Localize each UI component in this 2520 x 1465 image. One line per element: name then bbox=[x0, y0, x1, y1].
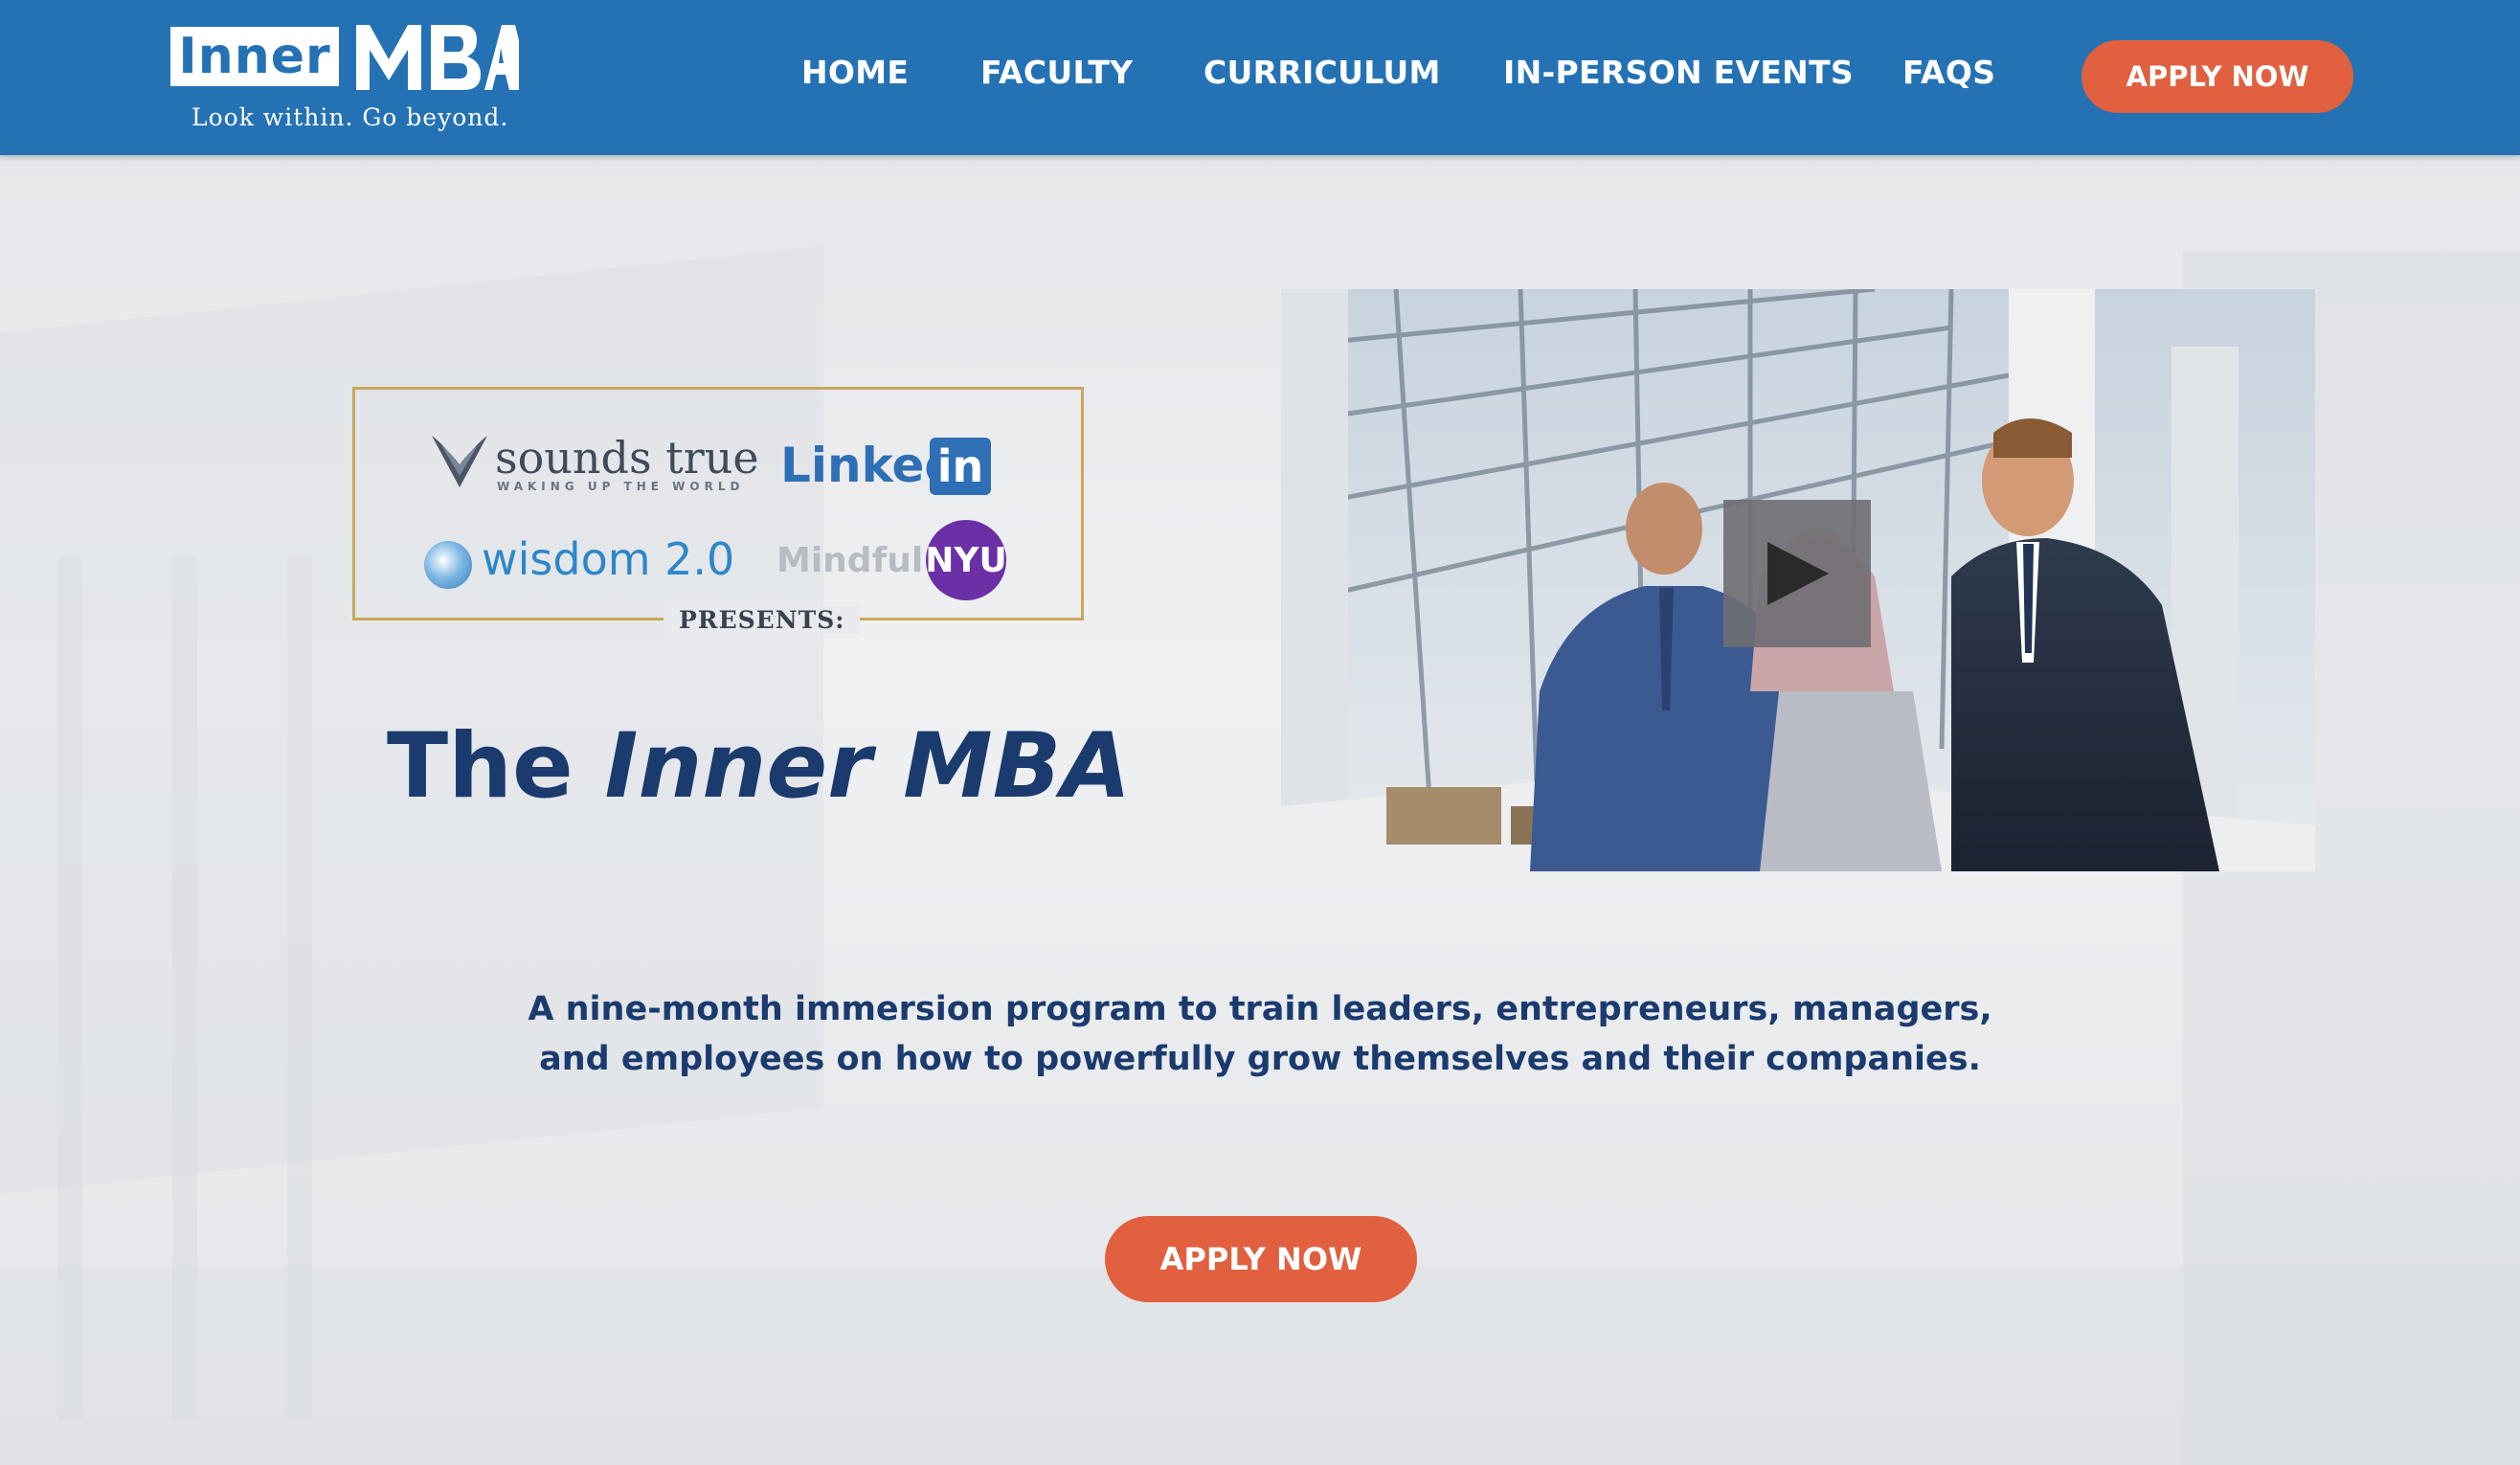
nyu-logo: NYU bbox=[925, 520, 1007, 600]
header-apply-now-button[interactable]: APPLY NOW bbox=[2081, 40, 2353, 113]
play-icon bbox=[1767, 542, 1829, 605]
nav-faqs[interactable]: FAQS bbox=[1902, 54, 1995, 91]
mindful-logo: Mindful bbox=[776, 541, 924, 580]
nav-faculty[interactable]: FACULTY bbox=[980, 54, 1133, 91]
logo-inner-box: Inner bbox=[170, 27, 339, 86]
sounds-true-wings-icon bbox=[432, 436, 487, 487]
intro-video-player[interactable] bbox=[1281, 289, 2315, 871]
wisdom-swirl-icon bbox=[424, 541, 472, 589]
video-play-button[interactable] bbox=[1723, 500, 1871, 647]
nav-curriculum[interactable]: CURRICULUM bbox=[1204, 54, 1441, 91]
partner-logos-frame: sounds true WAKING UP THE WORLD Linked i… bbox=[352, 387, 1084, 634]
inner-mba-logo[interactable]: Inner Look within. Go beyond. bbox=[170, 25, 519, 138]
page-title: The Inner MBA bbox=[387, 714, 1131, 819]
program-description: A nine-month immersion program to train … bbox=[479, 984, 2041, 1084]
logo-tagline: Look within. Go beyond. bbox=[191, 103, 509, 131]
presents-label: PRESENTS: bbox=[664, 606, 861, 634]
sounds-true-logo: sounds true bbox=[495, 432, 759, 484]
site-header: Inner Look within. Go beyond. HOME FACUL… bbox=[0, 0, 2520, 155]
logo-mba-mark bbox=[356, 25, 519, 90]
title-emphasis: Inner MBA bbox=[604, 714, 1132, 819]
title-prefix: The bbox=[387, 714, 605, 819]
description-line-1: A nine-month immersion program to train … bbox=[528, 990, 1992, 1028]
nav-home[interactable]: HOME bbox=[801, 54, 909, 91]
nav-in-person-events[interactable]: IN-PERSON EVENTS bbox=[1503, 54, 1854, 91]
wisdom-2-logo: wisdom 2.0 bbox=[482, 533, 735, 585]
description-line-2: and employees on how to powerfully grow … bbox=[539, 1040, 1981, 1078]
sounds-true-tagline: WAKING UP THE WORLD bbox=[497, 480, 745, 493]
logo-inner-text: Inner bbox=[178, 28, 331, 85]
linkedin-in-box: in bbox=[930, 438, 991, 495]
hero-apply-now-button[interactable]: APPLY NOW bbox=[1105, 1216, 1417, 1302]
